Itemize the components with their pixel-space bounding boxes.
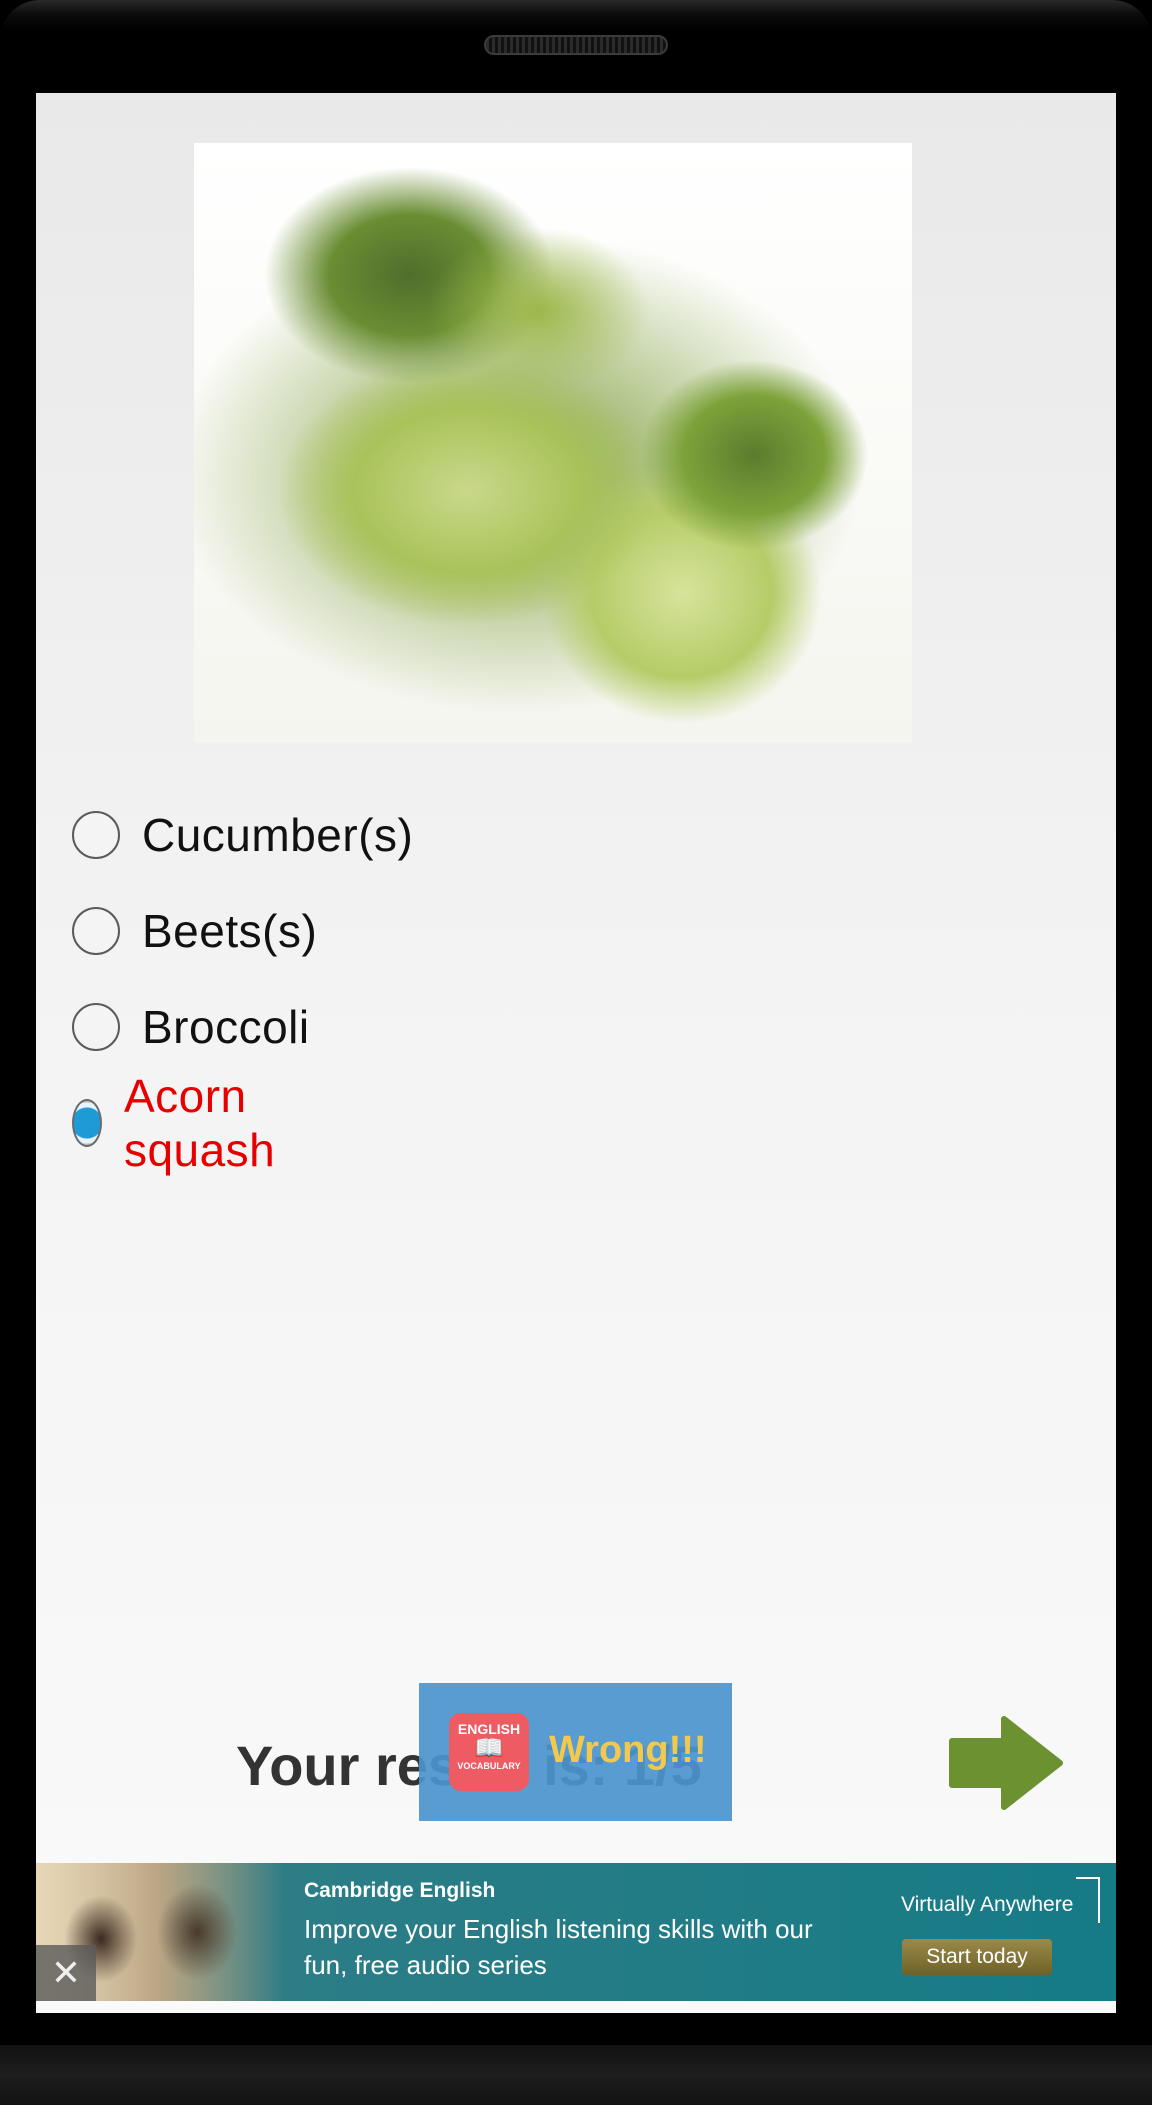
radio-button[interactable] xyxy=(72,811,120,859)
ad-banner[interactable]: Cambridge English Improve your English l… xyxy=(36,1863,1116,2001)
ad-tagline: Virtually Anywhere xyxy=(901,1893,1074,1916)
speaker-grille xyxy=(484,35,668,55)
close-icon[interactable]: ✕ xyxy=(36,1945,96,2001)
option-acorn-squash[interactable]: Acorn squash xyxy=(72,1070,293,1176)
device-bottom-bezel xyxy=(0,2045,1152,2105)
ad-corner-decoration xyxy=(1076,1877,1100,1923)
arrow-right-icon[interactable] xyxy=(946,1713,1066,1813)
app-logo-icon: ENGLISH 📖 VOCABULARY xyxy=(449,1713,529,1791)
broccoli-photo xyxy=(194,143,912,743)
wrong-toast: ENGLISH 📖 VOCABULARY Wrong!!! xyxy=(419,1683,732,1821)
option-label: Beets(s) xyxy=(142,905,318,957)
option-label: Cucumber(s) xyxy=(142,809,414,861)
book-icon: 📖 xyxy=(474,1735,504,1762)
radio-button-selected[interactable] xyxy=(72,1099,102,1147)
option-cucumber[interactable]: Cucumber(s) xyxy=(72,805,413,865)
ad-brand: Cambridge English xyxy=(304,1879,496,1902)
radio-button[interactable] xyxy=(72,1003,120,1051)
radio-button[interactable] xyxy=(72,907,120,955)
option-beets[interactable]: Beets(s) xyxy=(72,901,317,961)
app-screen: Cucumber(s) Beets(s) Broccoli Acorn squa… xyxy=(36,93,1116,2013)
logo-text-vocabulary: VOCABULARY xyxy=(457,1761,521,1771)
ad-start-today-button[interactable]: Start today xyxy=(902,1939,1052,1975)
option-label: Broccoli xyxy=(142,1001,310,1053)
device-top-bezel xyxy=(0,0,1152,93)
ad-message: Improve your English listening skills wi… xyxy=(304,1914,813,1980)
option-label: Acorn squash xyxy=(123,1070,276,1176)
toast-message: Wrong!!! xyxy=(549,1729,707,1771)
option-broccoli[interactable]: Broccoli xyxy=(72,997,310,1057)
